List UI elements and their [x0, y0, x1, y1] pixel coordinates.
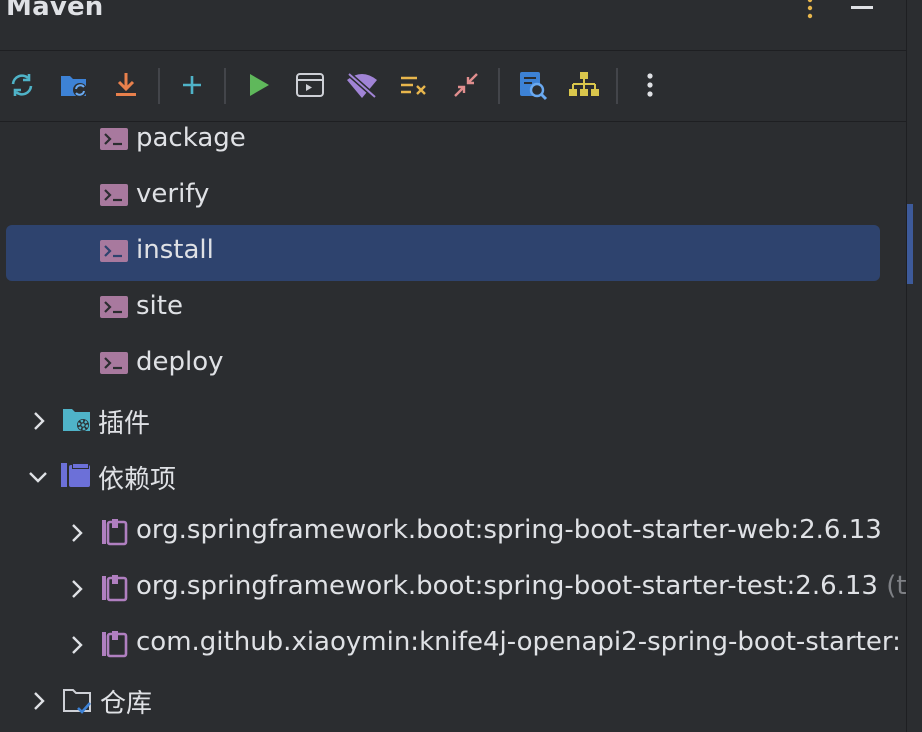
chevron-right-icon[interactable]: [28, 688, 50, 714]
tree-item-plugins[interactable]: 插件: [0, 393, 906, 449]
reload-icon[interactable]: [4, 67, 40, 103]
tree-item-dependency[interactable]: org.springframework.boot:spring-boot-sta…: [0, 505, 906, 561]
tree-item-repositories[interactable]: 仓库: [0, 673, 906, 729]
tree-item-goal-deploy[interactable]: deploy: [0, 337, 906, 393]
goal-label: verify: [136, 179, 210, 209]
vertical-scrollbar[interactable]: [906, 0, 922, 732]
goal-terminal-icon: [100, 126, 128, 156]
library-jar-icon: [100, 574, 128, 606]
dependencies-label: 依赖项: [98, 465, 177, 495]
toolbar-separator: [158, 68, 160, 104]
tree-item-goal-verify[interactable]: verify: [0, 169, 906, 225]
goal-terminal-icon: [100, 294, 128, 324]
dependencies-library-icon: [60, 462, 92, 494]
dependency-label: com.github.xiaoymin:knife4j-openapi2-spr…: [136, 627, 901, 657]
tool-window-header: Maven: [0, 0, 906, 50]
toolbar-separator: [616, 68, 618, 104]
repository-folder-icon: [62, 686, 94, 720]
tree-item-goal-install[interactable]: install: [0, 225, 906, 281]
toolbar-separator: [498, 68, 500, 104]
dependency-label: org.springframework.boot:spring-boot-sta…: [136, 515, 882, 545]
run-icon[interactable]: [240, 67, 276, 103]
kebab-menu-icon[interactable]: [796, 0, 824, 22]
tree-item-goal-site[interactable]: site: [0, 281, 906, 337]
execute-goal-icon[interactable]: [292, 67, 328, 103]
more-options-icon[interactable]: [632, 67, 668, 103]
show-diagram-icon[interactable]: [566, 67, 602, 103]
repositories-label: 仓库: [100, 689, 153, 719]
goal-terminal-icon: [100, 238, 128, 268]
chevron-right-icon[interactable]: [66, 632, 88, 658]
goal-label: deploy: [136, 347, 224, 377]
goal-label: package: [136, 123, 246, 153]
chevron-down-icon[interactable]: [26, 464, 48, 490]
maven-project-tree[interactable]: package verify install site deploy 插件 依赖…: [0, 122, 906, 732]
tree-item-dependency[interactable]: org.springframework.boot:spring-boot-sta…: [0, 561, 906, 617]
chevron-right-icon[interactable]: [28, 408, 50, 434]
download-icon[interactable]: [108, 67, 144, 103]
tree-item-goal-package[interactable]: package: [0, 122, 906, 169]
tree-item-dependencies[interactable]: 依赖项: [0, 449, 906, 505]
dependency-coordinates: org.springframework.boot:spring-boot-sta…: [136, 571, 878, 601]
chevron-right-icon[interactable]: [66, 520, 88, 546]
tool-window-title: Maven: [6, 0, 104, 22]
minimize-icon[interactable]: [848, 0, 876, 22]
plugins-label: 插件: [98, 409, 151, 439]
toolbar-separator: [224, 68, 226, 104]
maven-toolbar: [0, 51, 906, 121]
analyze-dependencies-icon[interactable]: [514, 67, 550, 103]
dependency-scope: (te: [886, 571, 906, 601]
goal-terminal-icon: [100, 350, 128, 380]
chevron-right-icon[interactable]: [66, 576, 88, 602]
scrollbar-thumb[interactable]: [907, 204, 913, 284]
toggle-offline-icon[interactable]: [344, 67, 380, 103]
dependency-label: org.springframework.boot:spring-boot-sta…: [136, 571, 906, 601]
goal-label: site: [136, 291, 183, 321]
tree-item-dependency[interactable]: com.github.xiaoymin:knife4j-openapi2-spr…: [0, 617, 906, 673]
goal-terminal-icon: [100, 182, 128, 212]
generate-sources-icon[interactable]: [56, 67, 92, 103]
library-jar-icon: [100, 630, 128, 662]
add-icon[interactable]: [174, 67, 210, 103]
goal-label: install: [136, 235, 214, 265]
library-jar-icon: [100, 518, 128, 550]
skip-tests-icon[interactable]: [396, 67, 432, 103]
collapse-all-icon[interactable]: [448, 67, 484, 103]
plugins-folder-icon: [62, 406, 92, 438]
